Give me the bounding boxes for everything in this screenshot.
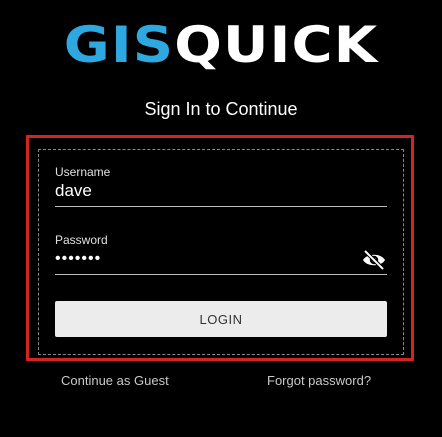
eye-off-icon	[363, 249, 385, 271]
login-button[interactable]: LOGIN	[55, 301, 387, 337]
page-title: Sign In to Continue	[144, 99, 298, 119]
continue-as-guest-link[interactable]: Continue as Guest	[61, 373, 169, 388]
password-underline	[55, 274, 387, 275]
username-label: Username	[55, 165, 111, 179]
password-visibility-toggle[interactable]	[361, 249, 387, 271]
logo-text-quick: QUICK	[174, 16, 379, 74]
username-underline	[55, 206, 387, 207]
password-field[interactable]: •••••••	[55, 250, 355, 268]
app-logo: GISQUICK	[0, 18, 442, 72]
forgot-password-link[interactable]: Forgot password?	[267, 373, 371, 388]
logo-text-gis: GIS	[63, 16, 175, 74]
username-field[interactable]: dave	[55, 181, 355, 201]
password-label: Password	[55, 233, 108, 247]
